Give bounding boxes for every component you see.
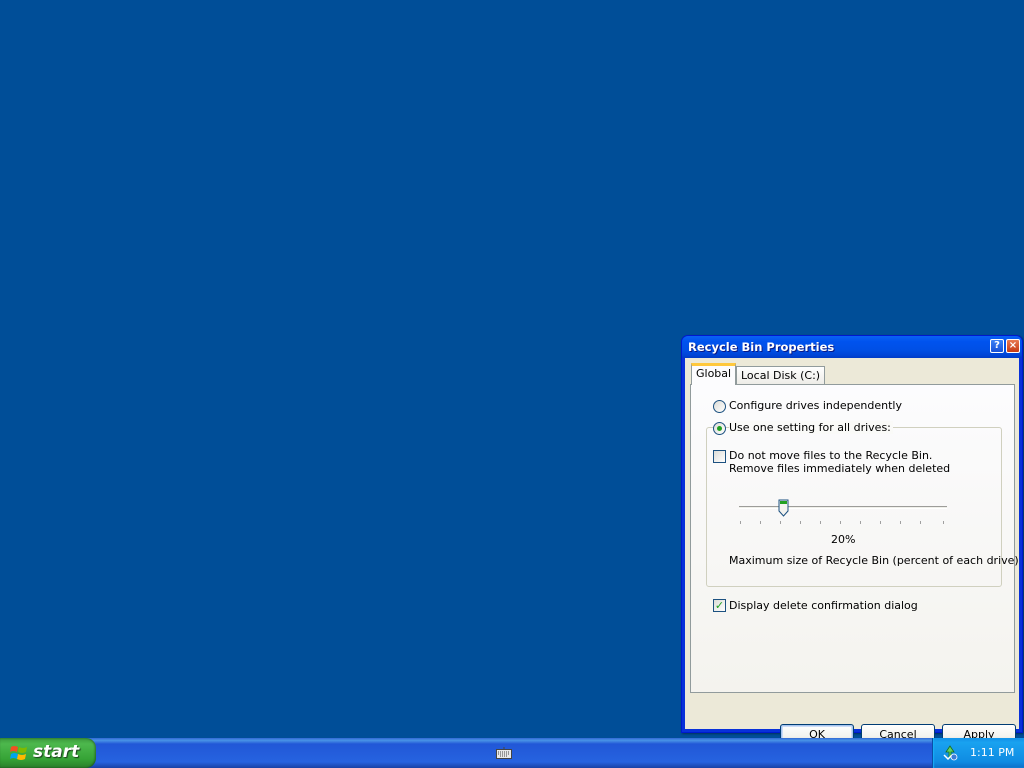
slider-tick xyxy=(860,521,861,524)
help-button[interactable]: ? xyxy=(990,339,1004,353)
do-not-move-checkbox[interactable] xyxy=(713,450,726,463)
start-label: start xyxy=(33,742,80,762)
do-not-move-sublabel: Remove files immediately when deleted xyxy=(729,462,951,475)
start-button[interactable]: start xyxy=(0,738,96,768)
dialog-title: Recycle Bin Properties xyxy=(688,340,835,354)
slider-tick xyxy=(920,521,921,524)
slider-tick xyxy=(880,521,881,524)
use-one-setting-radio[interactable] xyxy=(713,422,726,435)
slider-tick xyxy=(780,521,781,524)
slider-tick xyxy=(740,521,741,524)
close-button[interactable]: × xyxy=(1006,339,1020,353)
max-size-slider-track[interactable] xyxy=(739,506,947,509)
recycle-tray-icon[interactable] xyxy=(942,745,958,761)
slider-tick xyxy=(840,521,841,524)
slider-tick xyxy=(820,521,821,524)
max-size-value: 20% xyxy=(831,533,856,546)
dialog-client-area: Global Local Disk (C:) Configure drives … xyxy=(685,358,1019,745)
system-tray: 1:11 PM xyxy=(932,738,1024,768)
configure-drives-label[interactable]: Configure drives independently xyxy=(729,399,902,412)
configure-drives-radio[interactable] xyxy=(713,400,726,413)
slider-tick xyxy=(800,521,801,524)
tab-panel-global: Configure drives independently Use one s… xyxy=(690,384,1019,693)
tab-local-disk[interactable]: Local Disk (C:) xyxy=(736,366,826,385)
display-confirmation-checkbox[interactable]: ✓ xyxy=(713,599,726,612)
slider-tick xyxy=(900,521,901,524)
do-not-move-label[interactable]: Do not move files to the Recycle Bin. xyxy=(729,449,932,462)
recycle-bin-properties-dialog: Recycle Bin Properties ? × Global Local … xyxy=(681,335,1023,745)
clock: 1:11 PM xyxy=(970,746,1015,759)
tab-global[interactable]: Global xyxy=(691,363,737,385)
slider-tick xyxy=(760,521,761,524)
use-one-setting-label[interactable]: Use one setting for all drives: xyxy=(729,421,893,434)
windows-logo-icon xyxy=(10,746,27,760)
taskbar: start 1:11 PM xyxy=(0,738,1024,768)
max-size-slider-thumb[interactable] xyxy=(778,499,789,517)
slider-tick xyxy=(943,521,944,524)
dialog-titlebar[interactable]: Recycle Bin Properties ? × xyxy=(682,336,1022,358)
display-confirmation-label[interactable]: Display delete confirmation dialog xyxy=(729,599,918,612)
keyboard-icon[interactable] xyxy=(496,747,512,759)
max-size-caption: Maximum size of Recycle Bin (percent of … xyxy=(729,554,1019,567)
